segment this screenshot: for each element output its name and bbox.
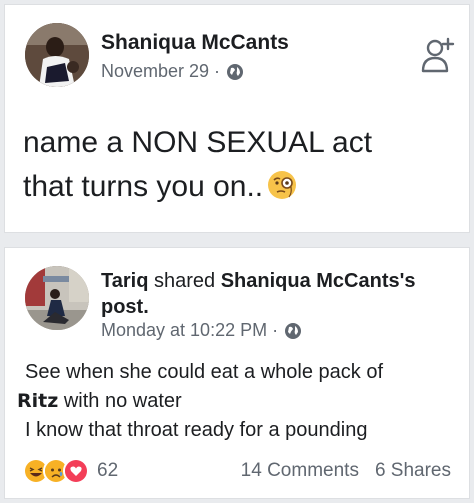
add-friend-icon[interactable]: [421, 35, 455, 73]
reaction-count[interactable]: 62: [97, 460, 118, 482]
post-text-line-2: that turns you on..: [23, 165, 449, 209]
ritz-word: Ritz: [17, 390, 59, 412]
post-link[interactable]: post.: [101, 296, 149, 318]
sharer-avatar[interactable]: [25, 266, 89, 330]
original-author-link[interactable]: Shaniqua McCants's: [221, 270, 416, 292]
shared-text-line-3: I know that throat ready for a pounding: [25, 419, 368, 441]
shared-post-card: Tariq shared Shaniqua McCants's post. Mo…: [4, 247, 470, 499]
post-text-line-2-text: that turns you on..: [23, 170, 264, 203]
share-header: Tariq shared Shaniqua McCants's post.: [101, 268, 451, 320]
shared-post-date[interactable]: Monday at 10:22 PM ·: [101, 320, 278, 341]
comments-count[interactable]: 14 Comments: [241, 460, 359, 482]
author-name[interactable]: Shaniqua McCants: [101, 31, 289, 55]
original-post-card: Shaniqua McCants November 29 · name a NO…: [4, 4, 470, 233]
shared-text-line-1: See when she could eat a whole pack of: [25, 361, 384, 383]
love-reaction-icon: [63, 458, 89, 484]
post-date[interactable]: November 29 ·: [101, 61, 220, 82]
globe-icon: [226, 63, 244, 81]
sharer-name[interactable]: Tariq: [101, 270, 148, 292]
post-text: name a NON SEXUAL act that turns you on.…: [23, 121, 449, 209]
post-text-line-1: name a NON SEXUAL act: [23, 126, 373, 159]
author-avatar[interactable]: [25, 23, 89, 87]
shared-text-line-2-rest: with no water: [58, 390, 182, 412]
reactions[interactable]: [23, 458, 89, 484]
globe-icon: [284, 322, 302, 340]
shared-post-text: See when she could eat a whole pack of R…: [17, 358, 451, 445]
shares-count[interactable]: 6 Shares: [375, 460, 451, 482]
post-meta: November 29 ·: [101, 61, 244, 82]
post-footer: 62 14 Comments 6 Shares: [23, 456, 451, 486]
shared-text-line-2: Ritz with no water: [17, 387, 451, 416]
face-with-monocle-icon: [267, 170, 297, 200]
post-stats: 14 Comments 6 Shares: [241, 460, 451, 482]
shared-post-meta: Monday at 10:22 PM ·: [101, 320, 302, 341]
shared-word: shared: [153, 270, 216, 292]
